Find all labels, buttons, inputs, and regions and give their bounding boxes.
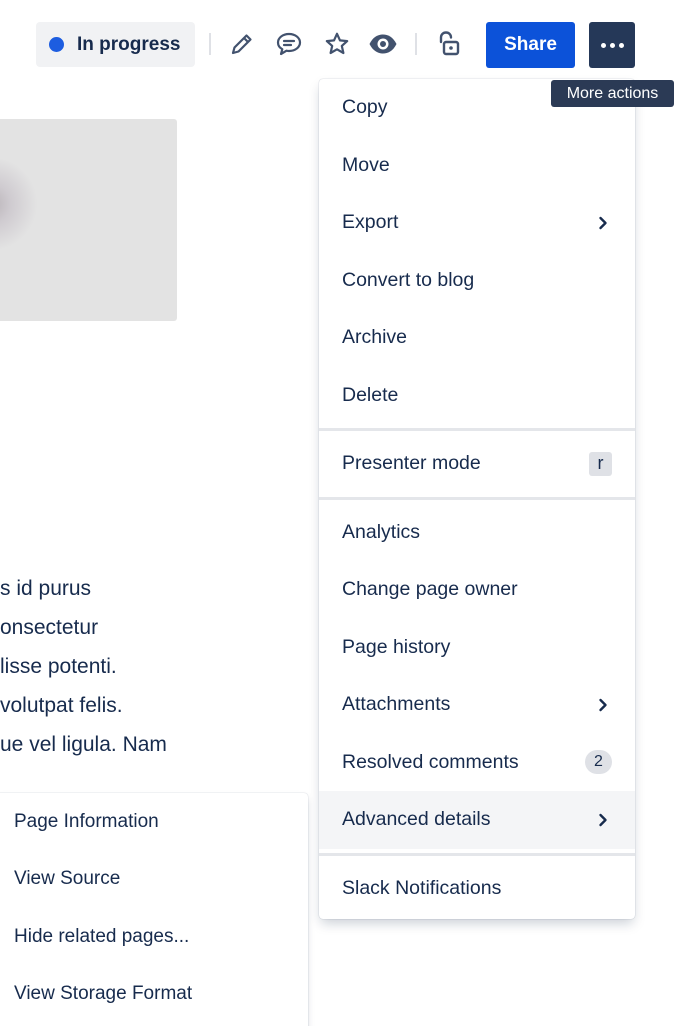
- submenu-item[interactable]: View Storage Format: [0, 966, 308, 1024]
- menu-item-label: Copy: [342, 96, 388, 119]
- menu-group: Analytics Change page owner Page history At…: [319, 504, 635, 849]
- menu-group: Slack Notifications: [319, 860, 635, 918]
- menu-divider: [319, 496, 635, 500]
- menu-group: Copy Move Export Convert to blog Archive Dele…: [319, 79, 635, 424]
- page-image: [0, 119, 177, 321]
- keyboard-shortcut-badge: r: [589, 451, 612, 476]
- comment-icon: [276, 32, 302, 56]
- more-actions-menu: Copy Move Export Convert to blog Archive Dele…: [319, 79, 635, 919]
- menu-item-analytics[interactable]: Analytics: [319, 504, 635, 562]
- page-body-text: s id purus onsectetur lisse potenti. volut…: [0, 569, 320, 764]
- menu-item-resolved-comments[interactable]: Resolved comments 2: [319, 734, 635, 792]
- page: In progress Share More actions s id puru…: [0, 0, 678, 1026]
- menu-divider: [319, 852, 635, 856]
- menu-group: Presenter mode r: [319, 435, 635, 493]
- menu-item-page-history[interactable]: Page history: [319, 619, 635, 677]
- unlock-icon: [439, 31, 460, 56]
- menu-item-presenter-mode[interactable]: Presenter mode r: [319, 435, 635, 493]
- menu-item-label: Archive: [342, 326, 408, 349]
- star-button[interactable]: [319, 26, 355, 62]
- menu-item-advanced-details[interactable]: Advanced details: [319, 791, 635, 849]
- more-actions-button[interactable]: [589, 22, 635, 68]
- menu-divider: [319, 428, 635, 431]
- advanced-details-submenu: Page Information View Source Hide related …: [0, 793, 308, 1026]
- menu-item-label: Advanced details: [342, 808, 491, 831]
- menu-item-change-page-owner[interactable]: Change page owner: [319, 561, 635, 619]
- submenu-item[interactable]: Hide related pages...: [0, 908, 308, 966]
- body-text-line: onsectetur: [0, 616, 99, 639]
- menu-item-attachments[interactable]: Attachments: [319, 676, 635, 734]
- more-dot-icon: [618, 42, 624, 48]
- menu-item-label: Move: [342, 153, 390, 176]
- chevron-right-icon: [598, 698, 612, 712]
- menu-item-slack-notifications[interactable]: Slack Notifications: [319, 860, 635, 918]
- more-actions-tooltip: More actions: [551, 80, 674, 107]
- menu-item-label: Analytics: [342, 520, 421, 543]
- menu-item-label: Resolved comments: [342, 750, 519, 773]
- body-text-line: s id purus: [0, 577, 92, 600]
- menu-item-export[interactable]: Export: [319, 194, 635, 252]
- menu-item-label: Delete: [342, 383, 399, 406]
- toolbar-divider: [209, 33, 211, 55]
- chevron-right-icon: [598, 216, 612, 230]
- more-dot-icon: [609, 42, 615, 48]
- comment-button[interactable]: [271, 26, 307, 62]
- menu-item-label: Page history: [342, 635, 451, 658]
- body-text-line: lisse potenti.: [0, 655, 117, 678]
- submenu-item[interactable]: View Source: [0, 851, 308, 909]
- status-dot-icon: [49, 37, 64, 52]
- menu-item-archive[interactable]: Archive: [319, 309, 635, 367]
- count-badge: 2: [585, 750, 612, 775]
- menu-item-label: Convert to blog: [342, 268, 475, 291]
- more-dot-icon: [600, 42, 606, 48]
- body-text-line: volutpat felis.: [0, 694, 123, 717]
- status-button[interactable]: In progress: [36, 22, 195, 67]
- menu-item-delete[interactable]: Delete: [319, 367, 635, 425]
- restrictions-button[interactable]: [430, 26, 466, 62]
- menu-item-move[interactable]: Move: [319, 137, 635, 195]
- status-label: In progress: [77, 33, 181, 55]
- image-subject: [0, 159, 40, 249]
- menu-item-label: Change page owner: [342, 578, 518, 601]
- body-text-line: ue vel ligula. Nam: [0, 733, 167, 756]
- star-icon: [325, 32, 349, 55]
- toolbar-divider: [415, 33, 417, 55]
- menu-item-convert-to-blog[interactable]: Convert to blog: [319, 252, 635, 310]
- edit-button[interactable]: [224, 26, 260, 62]
- share-button[interactable]: Share: [486, 22, 575, 68]
- menu-item-label: Attachments: [342, 693, 451, 716]
- menu-item-label: Slack Notifications: [342, 876, 502, 899]
- menu-item-label: Presenter mode: [342, 452, 481, 475]
- watch-button[interactable]: [365, 26, 401, 62]
- menu-item-label: Export: [342, 211, 399, 234]
- chevron-right-icon: [598, 813, 612, 827]
- edit-icon: [231, 34, 252, 55]
- watch-icon: [369, 34, 397, 54]
- submenu-item[interactable]: Page Information: [0, 793, 308, 851]
